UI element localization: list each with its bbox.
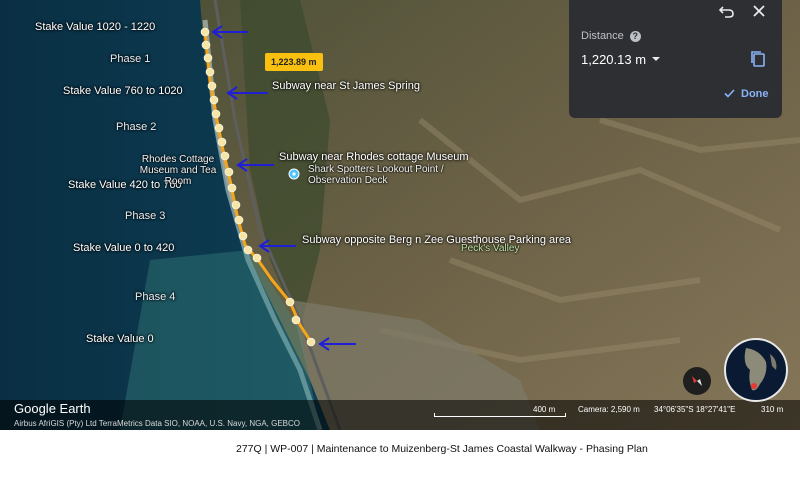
help-icon[interactable]: ? [629,31,641,42]
done-button[interactable]: Done [724,88,769,100]
measure-panel: Distance? 1,220.13 m Done [569,0,782,118]
undo-icon[interactable] [717,2,737,22]
figure-caption: 277Q | WP-007 | Maintenance to Muizenber… [236,443,648,455]
compass-button[interactable] [683,367,711,395]
phase-label-3: Phase 3 [125,210,166,222]
poi-rhodes-cottage[interactable]: Rhodes Cottage Museum and Tea Room [128,154,228,187]
path-length-callout: 1,223.89 m [265,53,323,71]
phase-label-4: Phase 4 [135,291,176,303]
compass-icon [692,376,702,386]
stake-label-0: Stake Value 0 [86,333,154,345]
stake-label-0-420: Stake Value 0 to 420 [73,242,175,254]
poi-pin-icon [288,168,300,180]
globe-overview-button[interactable] [724,338,788,402]
copy-icon[interactable] [750,50,766,68]
satellite-map[interactable]: Stake Value 1020 - 1220 Phase 1 Stake Va… [0,0,800,430]
measure-title-text: Distance [581,30,624,42]
scale-label: 400 m [533,405,556,414]
camera-altitude: Camera: 2,590 m [578,405,640,414]
elevation-readout: 310 m [761,405,784,414]
attribution-text[interactable]: Airbus AfriGIS (Pty) Ltd TerraMetrics Da… [14,419,300,428]
poi-shark-spotters[interactable]: Shark Spotters Lookout Point / Observati… [308,164,460,186]
measure-title: Distance? [581,30,641,42]
subway-label-berg-n-zee: Subway opposite Berg n Zee Guesthouse Pa… [302,234,572,246]
coordinates-readout: 34°06'35"S 18°27'41"E [654,405,736,414]
phase-label-2: Phase 2 [116,121,157,133]
stake-label-760-1020: Stake Value 760 to 1020 [63,85,183,97]
stake-label-1020-1220: Stake Value 1020 - 1220 [35,21,156,33]
check-icon [724,89,735,98]
distance-value-dropdown[interactable]: 1,220.13 m [581,52,661,67]
distance-value: 1,220.13 m [581,52,647,67]
close-icon[interactable] [749,1,769,21]
done-label: Done [741,88,769,100]
google-earth-logo: Google Earth [14,401,91,416]
poi-pecks-valley[interactable]: Peck's Valley [461,243,519,254]
phase-label-1: Phase 1 [110,53,151,65]
globe-icon [744,348,777,391]
subway-label-rhodes-cottage: Subway near Rhodes cottage Museum [279,151,469,163]
dropdown-caret-icon [652,57,661,61]
subway-label-st-james-spring: Subway near St James Spring [272,80,420,92]
